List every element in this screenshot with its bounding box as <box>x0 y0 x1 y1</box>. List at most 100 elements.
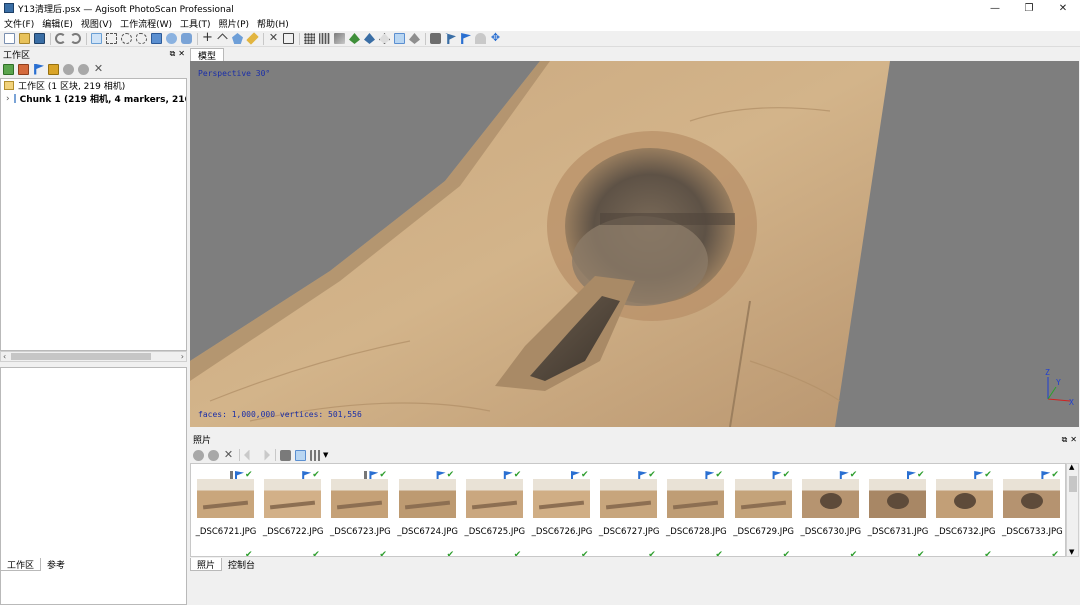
save-icon[interactable] <box>34 33 45 44</box>
menu-file[interactable]: 文件(F) <box>0 17 38 30</box>
photo-thumbnail[interactable]: ✔ _DSC6726.JPG <box>530 464 593 544</box>
menu-help[interactable]: 帮助(H) <box>253 17 293 30</box>
photo-thumbnail[interactable]: ✔ <box>732 544 794 557</box>
show-dense-cloud-icon[interactable] <box>319 33 330 44</box>
delete-selection-icon[interactable]: ✕ <box>268 32 279 44</box>
float-panel-icon[interactable]: ⧉ <box>170 49 176 59</box>
crop-selection-icon[interactable] <box>283 33 294 44</box>
scroll-up-icon[interactable]: ▲ <box>1069 463 1074 471</box>
tab-reference[interactable]: 参考 <box>41 558 71 571</box>
close-panel-icon[interactable]: ✕ <box>178 49 185 59</box>
menu-photos[interactable]: 照片(P) <box>215 17 253 30</box>
show-flag-icon[interactable] <box>461 33 471 44</box>
show-trackball-icon[interactable]: ✥ <box>490 32 501 44</box>
scroll-down-icon[interactable]: ▼ <box>1069 548 1074 556</box>
add-folder-icon[interactable] <box>34 63 44 75</box>
close-button[interactable]: ✕ <box>1046 0 1080 16</box>
photo-thumbnail[interactable]: ✔ <box>933 544 995 557</box>
enable-icon[interactable] <box>63 63 74 75</box>
show-tiled-model-icon[interactable] <box>394 33 405 44</box>
ruler-icon[interactable] <box>217 33 228 44</box>
photo-thumbnail[interactable]: ✔ _DSC6732.JPG <box>933 464 996 544</box>
float-panel-icon[interactable]: ⧉ <box>1062 435 1068 445</box>
draw-polyline-icon[interactable] <box>246 32 259 45</box>
show-region-icon[interactable] <box>475 33 486 44</box>
photo-thumbnail[interactable]: ✔ <box>1000 544 1062 557</box>
disable-cameras-icon[interactable] <box>208 449 219 461</box>
photo-thumbnail[interactable]: ✔ _DSC6721.JPG <box>194 464 257 544</box>
photo-thumbnail[interactable]: ✔ _DSC6725.JPG <box>463 464 525 544</box>
show-dem-icon[interactable] <box>409 33 420 44</box>
menu-workflow[interactable]: 工作流程(W) <box>116 17 176 30</box>
show-model-solid-icon[interactable] <box>334 33 345 44</box>
photos-vertical-scrollbar[interactable]: ▲ ▼ <box>1066 463 1079 557</box>
remove-items-icon[interactable]: ✕ <box>93 63 104 75</box>
photos-grid[interactable]: ✔ _DSC6721.JPG ✔ _DSC6722.JPG ✔ _DSC6723.JPG ✔… <box>190 463 1066 557</box>
view-dropdown-icon[interactable]: ▼ <box>323 451 328 459</box>
scroll-right-icon[interactable]: › <box>181 352 184 361</box>
undo-icon[interactable] <box>55 33 66 44</box>
photo-thumbnail[interactable]: ✔ _DSC6733.JPG <box>1000 464 1063 544</box>
tree-chunk[interactable]: › Chunk 1 (219 相机, 4 markers, 216,896 <box>1 92 186 106</box>
workspace-horizontal-scrollbar[interactable]: ‹ › <box>0 351 187 362</box>
enable-cameras-icon[interactable] <box>193 449 204 461</box>
remove-cameras-icon[interactable]: ✕ <box>223 449 234 461</box>
rotate-left-icon[interactable] <box>244 449 250 461</box>
photo-thumbnail[interactable]: ✔ <box>866 544 928 557</box>
photo-thumbnail[interactable]: ✔ _DSC6722.JPG <box>261 464 324 544</box>
maximize-button[interactable]: ❐ <box>1012 0 1046 16</box>
photo-thumbnail[interactable]: ✔ <box>261 544 323 557</box>
model-viewport[interactable]: Perspective 30° faces: 1,000,000 vertice… <box>190 61 1079 427</box>
minimize-button[interactable]: — <box>978 0 1012 16</box>
tab-photos[interactable]: 照片 <box>190 558 223 571</box>
photo-thumbnail[interactable]: ✔ _DSC6730.JPG <box>799 464 861 544</box>
photo-thumbnail[interactable]: ✔ <box>664 544 726 557</box>
rectangle-selection-icon[interactable] <box>106 33 117 44</box>
show-model-textured-icon[interactable] <box>364 33 375 44</box>
tree-root[interactable]: 工作区 (1 区块, 219 相机) <box>1 79 186 92</box>
new-document-icon[interactable] <box>4 33 15 44</box>
disable-icon[interactable] <box>78 63 89 75</box>
chevron-right-icon[interactable]: › <box>6 94 10 104</box>
menu-view[interactable]: 视图(V) <box>77 17 116 30</box>
photo-thumbnail[interactable]: ✔ <box>530 544 592 557</box>
tab-console[interactable]: 控制台 <box>222 558 261 571</box>
rotate-object-icon[interactable] <box>181 33 192 44</box>
show-markers-icon[interactable] <box>445 33 456 44</box>
redo-icon[interactable] <box>70 33 81 44</box>
show-model-shaded-icon[interactable] <box>349 33 360 44</box>
shape-icon[interactable] <box>232 33 243 44</box>
scroll-thumb[interactable] <box>11 353 151 360</box>
tab-model[interactable]: 模型 <box>190 48 225 62</box>
photo-thumbnail[interactable]: ✔ <box>799 544 861 557</box>
photo-thumbnail[interactable]: ✔ _DSC6728.JPG <box>664 464 727 544</box>
scroll-thumb[interactable] <box>1069 476 1077 492</box>
tab-workspace[interactable]: 工作区 <box>0 558 42 571</box>
menu-edit[interactable]: 编辑(E) <box>38 17 77 30</box>
close-panel-icon[interactable]: ✕ <box>1070 435 1077 445</box>
circle-selection-icon[interactable] <box>121 33 132 44</box>
thumbnails-view-icon[interactable] <box>310 449 321 461</box>
photo-thumbnail[interactable]: ✔ <box>328 544 390 557</box>
show-wireframe-icon[interactable] <box>379 33 390 44</box>
menu-tools[interactable]: 工具(T) <box>176 17 215 30</box>
details-view-icon[interactable] <box>295 449 306 461</box>
photo-thumbnail[interactable]: ✔ <box>463 544 525 557</box>
photo-thumbnail[interactable]: ✔ <box>194 544 256 557</box>
show-cameras-icon[interactable] <box>430 33 441 44</box>
show-points-icon[interactable] <box>304 33 315 44</box>
photo-thumbnail[interactable]: ✔ <box>396 544 458 557</box>
open-folder-icon[interactable] <box>19 33 30 44</box>
photo-thumbnail[interactable]: ✔ _DSC6731.JPG <box>866 464 929 544</box>
photo-thumbnail[interactable]: ✔ _DSC6727.JPG <box>597 464 660 544</box>
free-form-selection-icon[interactable] <box>136 33 147 44</box>
rotate-region-icon[interactable] <box>166 33 177 44</box>
photo-thumbnail[interactable]: ✔ _DSC6723.JPG <box>328 464 391 544</box>
add-marker-icon[interactable]: + <box>202 31 213 44</box>
add-marker-flag-icon[interactable] <box>48 63 59 75</box>
resize-region-icon[interactable] <box>151 33 162 44</box>
navigation-cursor-icon[interactable] <box>91 33 102 44</box>
photo-thumbnail[interactable]: ✔ <box>597 544 659 557</box>
add-chunk-icon[interactable] <box>3 63 14 75</box>
reset-filter-icon[interactable] <box>280 449 291 461</box>
